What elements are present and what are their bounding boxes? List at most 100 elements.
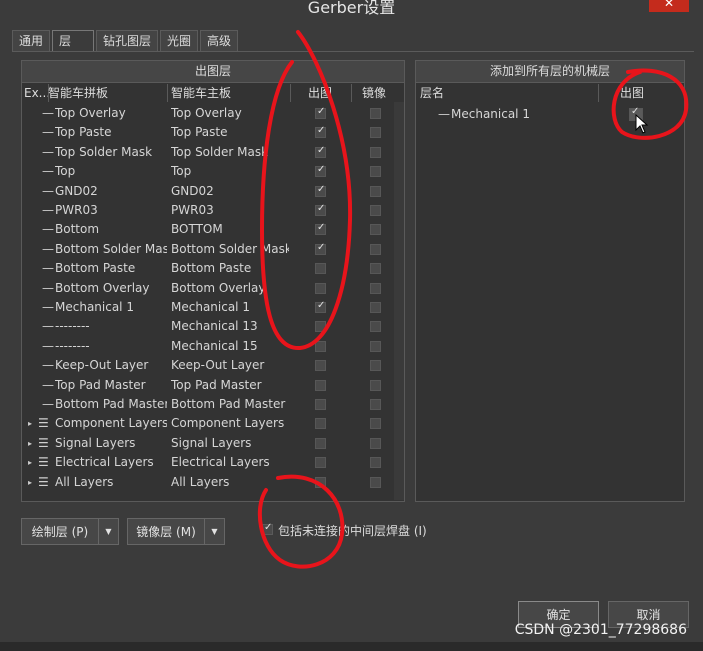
mirror-checkbox[interactable] xyxy=(370,224,381,236)
layer-row[interactable]: — -------- Mechanical 13 xyxy=(22,317,404,336)
ok-label[interactable]: 确定 xyxy=(519,606,598,623)
layer-row[interactable]: ▸ ☰ Signal Layers Signal Layers xyxy=(22,434,404,453)
col-mirror[interactable]: 镜像 xyxy=(362,84,402,102)
col-extend[interactable]: Ex... xyxy=(24,84,48,102)
layer-row[interactable]: — Bottom Solder Mask Bottom Solder Mask xyxy=(22,240,404,259)
mirror-layers-button[interactable]: 镜像层 (M) ▼ xyxy=(127,518,225,545)
mirror-checkbox[interactable] xyxy=(370,146,381,158)
layer-row[interactable]: ▸ ☰ Component Layers Component Layers xyxy=(22,414,404,433)
layer-row[interactable]: — Bottom Paste Bottom Paste xyxy=(22,259,404,278)
layer-row[interactable]: — Keep-Out Layer Keep-Out Layer xyxy=(22,356,404,375)
layer-row[interactable]: — Top Top xyxy=(22,162,404,181)
layer-row[interactable]: — GND02 GND02 xyxy=(22,182,404,201)
layer-row[interactable]: — Bottom Pad Master Bottom Pad Master xyxy=(22,395,404,414)
plot-checkbox[interactable] xyxy=(315,457,326,469)
main-layer-name: Signal Layers xyxy=(171,435,252,450)
mirror-checkbox[interactable] xyxy=(370,379,381,391)
plot-checkbox[interactable] xyxy=(315,242,326,255)
close-button[interactable]: ✕ xyxy=(649,0,689,12)
mirror-checkbox[interactable] xyxy=(370,166,381,178)
tab-layers[interactable]: 层 xyxy=(52,30,95,52)
col-main-layer[interactable]: 智能车主板 xyxy=(171,84,291,102)
mirror-checkbox[interactable] xyxy=(370,340,381,352)
expand-arrow-icon[interactable]: ▸ xyxy=(28,473,32,492)
plot-checkbox[interactable] xyxy=(315,164,326,178)
mirror-checkbox[interactable] xyxy=(370,399,381,410)
mirror-checkbox[interactable] xyxy=(370,360,381,372)
mirror-checkbox[interactable] xyxy=(370,205,381,216)
plot-checkbox[interactable] xyxy=(315,263,326,275)
plot-checkbox[interactable] xyxy=(315,145,326,158)
plot-checkbox[interactable] xyxy=(315,340,326,352)
layer-row[interactable]: — Mechanical 1 Mechanical 1 xyxy=(22,298,404,317)
mirror-checkbox[interactable] xyxy=(370,263,381,275)
plot-checkbox[interactable] xyxy=(315,399,326,410)
close-icon[interactable]: ✕ xyxy=(664,0,674,10)
include-unconnected-pads-label[interactable]: 包括未连接的中间层焊盘 (I) xyxy=(278,522,427,539)
main-layer-name: Mechanical 13 xyxy=(171,319,258,334)
col-layer-name[interactable]: 层名 xyxy=(420,84,520,102)
plot-checkbox[interactable] xyxy=(315,106,326,119)
mirror-checkbox[interactable] xyxy=(370,437,381,449)
layer-row[interactable]: ▸ ☰ All Layers All Layers xyxy=(22,473,404,492)
layer-row[interactable]: ▸ ☰ Electrical Layers Electrical Layers xyxy=(22,453,404,472)
tab-apertures[interactable]: 光圈 xyxy=(160,30,199,52)
expand-arrow-icon[interactable]: ▸ xyxy=(28,414,32,433)
expand-arrow-icon[interactable]: ▸ xyxy=(28,453,32,472)
plot-checkbox[interactable] xyxy=(315,203,326,216)
include-unconnected-pads-checkbox[interactable] xyxy=(262,522,273,535)
layer-row[interactable]: — Top Paste Top Paste xyxy=(22,123,404,142)
mirror-checkbox[interactable] xyxy=(370,321,381,333)
plot-checkbox[interactable] xyxy=(315,437,326,449)
plot-checkbox[interactable] xyxy=(315,476,326,488)
plot-checkbox[interactable] xyxy=(315,360,326,372)
layer-row[interactable]: — Top Pad Master Top Pad Master xyxy=(22,376,404,395)
tree-line-icon: — xyxy=(42,106,54,120)
tab-general[interactable]: 通用 xyxy=(12,30,51,52)
plot-checkbox[interactable] xyxy=(315,300,326,313)
col-plot[interactable]: 出图 xyxy=(308,84,348,102)
mirror-checkbox[interactable] xyxy=(370,476,381,488)
plot-layers-label[interactable]: 绘制层 (P) xyxy=(22,523,98,540)
tab-divider xyxy=(12,51,694,52)
plot-checkbox[interactable] xyxy=(315,125,326,139)
chevron-down-icon[interactable]: ▼ xyxy=(204,519,224,544)
panel-layer-name: Bottom Overlay xyxy=(55,280,150,295)
tab-advanced[interactable]: 高级 xyxy=(200,30,239,52)
mirror-checkbox[interactable] xyxy=(370,302,381,313)
layer-row[interactable]: — Top Overlay Top Overlay xyxy=(22,104,404,123)
col-panel-layer[interactable]: 智能车拼板 xyxy=(48,84,168,102)
plot-checkbox[interactable] xyxy=(315,282,326,294)
chevron-down-icon[interactable]: ▼ xyxy=(98,519,118,544)
layer-row[interactable]: — Bottom BOTTOM xyxy=(22,220,404,239)
mirror-checkbox[interactable] xyxy=(370,127,381,139)
left-scrollbar[interactable] xyxy=(394,102,404,500)
mirror-checkbox[interactable] xyxy=(370,282,381,294)
mirror-checkbox[interactable] xyxy=(370,243,381,255)
layer-row[interactable]: — Top Solder Mask Top Solder Mask xyxy=(22,143,404,162)
plot-checkbox[interactable] xyxy=(315,379,326,391)
layer-row[interactable]: — -------- Mechanical 15 xyxy=(22,337,404,356)
plot-layers-title: 出图层 xyxy=(22,61,404,83)
col-divider xyxy=(290,84,291,102)
main-layer-name: PWR03 xyxy=(171,203,214,217)
tab-drill-drawing[interactable]: 钻孔图层 xyxy=(96,30,159,52)
plot-checkbox[interactable] xyxy=(315,321,326,333)
layer-row[interactable]: — Bottom Overlay Bottom Overlay xyxy=(22,279,404,298)
layer-row[interactable]: — PWR03 PWR03 xyxy=(22,201,404,220)
tree-line-icon: — xyxy=(42,203,54,217)
expand-arrow-icon[interactable]: ▸ xyxy=(28,434,32,453)
cancel-label[interactable]: 取消 xyxy=(609,606,688,623)
plot-checkbox[interactable] xyxy=(315,418,326,430)
plot-checkbox[interactable] xyxy=(315,222,326,236)
mirror-checkbox[interactable] xyxy=(370,108,381,119)
mirror-layers-label[interactable]: 镜像层 (M) xyxy=(128,523,204,540)
mirror-checkbox[interactable] xyxy=(370,185,381,197)
col-mech-plot[interactable]: 出图 xyxy=(620,84,670,102)
mirror-checkbox[interactable] xyxy=(370,418,381,430)
plot-layers-button[interactable]: 绘制层 (P) ▼ xyxy=(21,518,119,545)
tree-line-icon: — xyxy=(42,377,54,392)
mirror-checkbox[interactable] xyxy=(370,457,381,469)
plot-checkbox[interactable] xyxy=(315,184,326,197)
tree-line-icon: — xyxy=(42,241,54,256)
